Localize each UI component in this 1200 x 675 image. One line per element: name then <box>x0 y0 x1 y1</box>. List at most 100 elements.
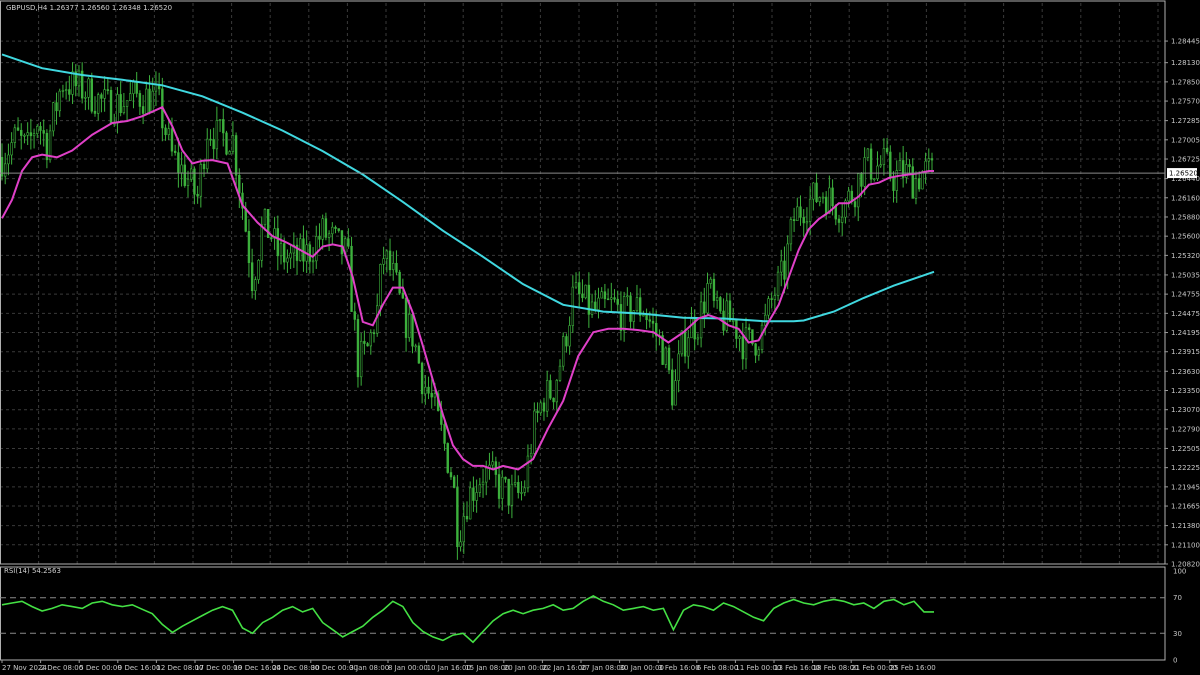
candle-body <box>398 271 401 294</box>
candle-body <box>318 236 321 240</box>
candle-body <box>263 209 267 226</box>
candle-body <box>558 365 562 381</box>
candle-body <box>452 476 456 488</box>
candle-body <box>565 336 568 347</box>
time-tick-label: 6 Feb 08:00 <box>697 664 738 672</box>
candle-body <box>97 94 100 114</box>
candle-body <box>555 380 558 403</box>
candle-body <box>517 482 520 493</box>
candle-body <box>87 78 90 98</box>
candle-body <box>55 102 58 112</box>
candle-body <box>873 178 876 181</box>
candle-body <box>667 347 671 371</box>
candle-body <box>212 139 215 150</box>
candle-body <box>818 197 821 202</box>
candle-body <box>148 88 151 113</box>
candle-body <box>388 250 392 271</box>
time-tick-label: 5 Dec 00:00 <box>79 664 122 672</box>
candle-body <box>805 221 809 224</box>
candle-body <box>481 481 485 486</box>
candle-body <box>446 443 449 473</box>
candle-body <box>100 94 103 99</box>
candle-body <box>568 325 571 347</box>
candle-body <box>497 474 501 499</box>
candle-body <box>443 424 446 444</box>
candle-body <box>363 340 366 344</box>
candle-body <box>719 297 722 312</box>
candle-body <box>472 487 475 501</box>
price-tick-label: 1.21100 <box>1171 541 1200 549</box>
candle-body <box>738 336 741 339</box>
price-chart[interactable]: 1.28445 1.28130 1.27850 1.27570 1.27285 1.270… <box>0 0 1200 675</box>
price-tick-label: 1.21665 <box>1171 503 1200 511</box>
current-price-label: 1.26520 <box>1169 170 1198 178</box>
candle-body <box>703 301 706 314</box>
candle-body <box>231 135 235 152</box>
price-tick-label: 1.23630 <box>1171 368 1200 376</box>
candle-body <box>257 259 260 280</box>
candle-body <box>138 93 142 107</box>
candle-body <box>824 196 828 214</box>
candle-body <box>469 487 472 520</box>
candle-body <box>132 81 135 94</box>
candle-body <box>491 461 494 466</box>
price-tick-label: 1.26725 <box>1171 156 1200 164</box>
price-tick-label: 1.25035 <box>1171 271 1200 279</box>
time-tick-label: 2 Dec 08:00 <box>41 664 84 672</box>
candle-body <box>119 94 122 113</box>
candle-body <box>129 93 132 101</box>
candle-body <box>600 291 603 299</box>
candle-body <box>408 313 411 338</box>
candle-body <box>908 164 911 167</box>
candle-body <box>151 90 154 113</box>
candle-body <box>898 160 902 171</box>
candle-body <box>879 164 882 167</box>
candle-body <box>395 262 398 273</box>
candle-body <box>914 178 918 199</box>
candle-body <box>917 178 921 190</box>
candle-body <box>392 262 395 271</box>
candle-body <box>64 89 68 91</box>
candle-body <box>523 487 526 493</box>
candle-body <box>32 133 36 137</box>
candle-body <box>690 318 693 339</box>
candle-body <box>13 127 17 143</box>
candle-body <box>799 206 802 218</box>
candle-body <box>629 295 632 322</box>
candle-body <box>109 90 113 124</box>
price-tick-label: 1.23915 <box>1171 348 1200 356</box>
candle-body <box>706 283 709 314</box>
candle-body <box>808 198 812 222</box>
price-tick-label: 1.22505 <box>1171 445 1200 453</box>
candle-body <box>359 340 363 378</box>
candle-body <box>651 320 655 324</box>
candle-body <box>308 244 312 262</box>
candle-body <box>122 106 126 113</box>
price-tick-label: 1.27850 <box>1171 78 1200 86</box>
candle-body <box>347 238 350 247</box>
time-tick-label: 3 Jan 08:00 <box>349 664 389 672</box>
rsi-tick-label: 0 <box>1173 657 1177 665</box>
candle-body <box>683 330 687 357</box>
candle-body <box>831 187 834 207</box>
candle-body <box>289 252 292 259</box>
candle-body <box>574 282 578 288</box>
candle-body <box>61 90 65 92</box>
candle-body <box>921 171 924 190</box>
candle-body <box>526 455 530 489</box>
rsi-tick-label: 30 <box>1173 630 1182 638</box>
candle-body <box>382 258 385 265</box>
candle-body <box>433 393 437 398</box>
candle-body <box>77 70 81 87</box>
candle-body <box>536 410 539 414</box>
candle-body <box>401 292 405 299</box>
candle-body <box>170 128 174 152</box>
candle-body <box>238 174 241 194</box>
candle-body <box>687 337 690 357</box>
candle-body <box>276 228 279 257</box>
candle-body <box>215 120 219 150</box>
candle-body <box>42 130 45 134</box>
candle-body <box>324 218 328 238</box>
candle-body <box>581 293 584 299</box>
candle-body <box>841 216 844 223</box>
